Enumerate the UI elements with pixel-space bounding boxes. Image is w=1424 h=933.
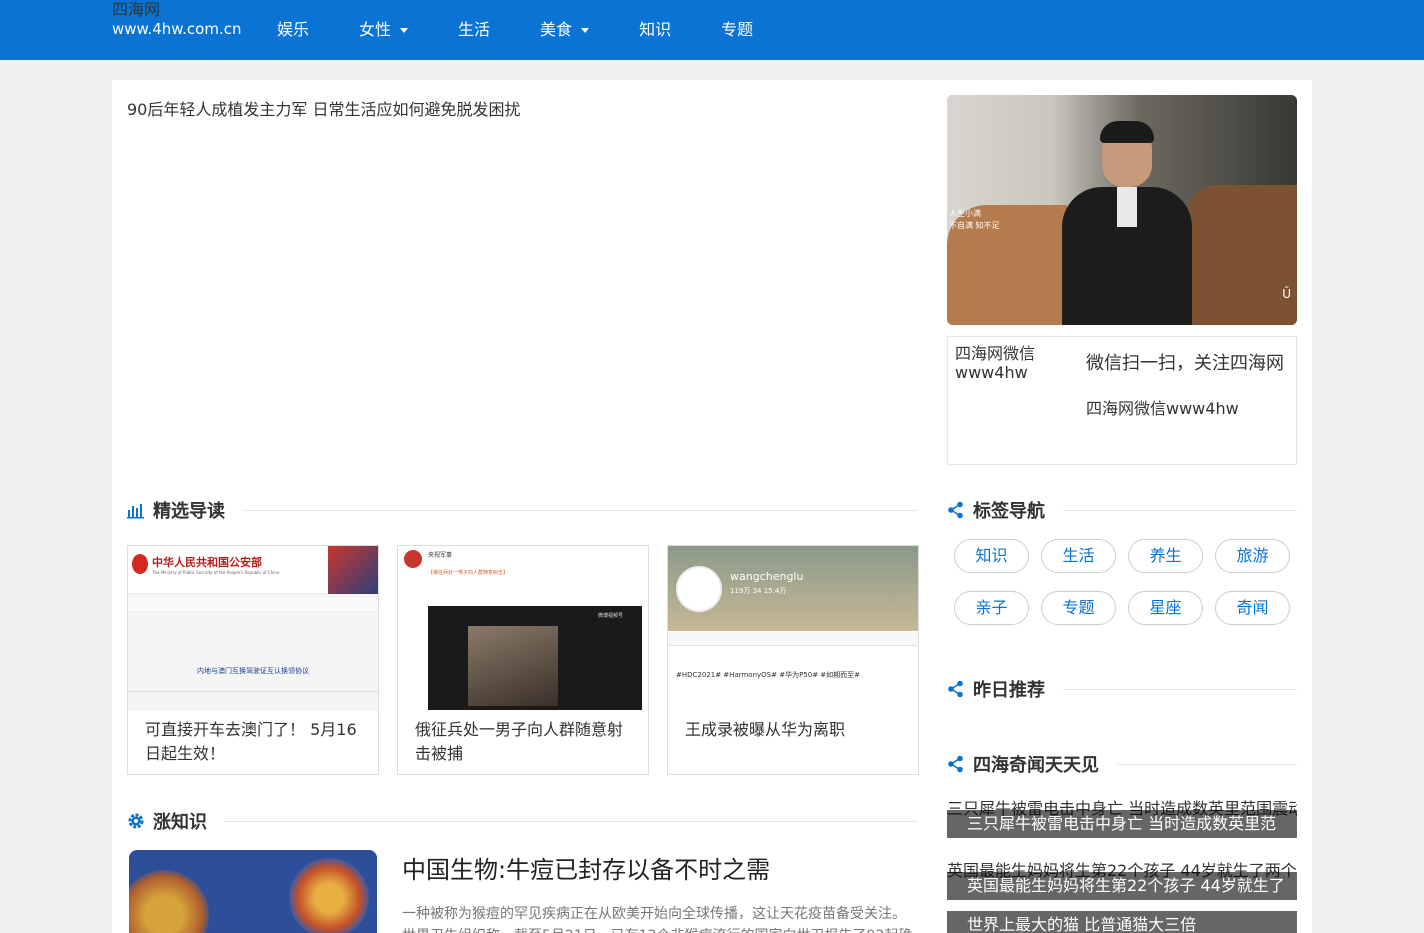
nav-item-knowledge[interactable]: 知识 [639,0,671,60]
list-item[interactable]: 英国最能生妈妈将生第22个孩子 44岁就生了两个足球队 英国最能生妈妈将生第22… [947,862,1297,900]
section-title: 四海奇闻天天见 [973,755,1099,776]
tag-topics[interactable]: 专题 [1041,591,1116,625]
tag-health[interactable]: 养生 [1128,539,1203,573]
army-logo-icon [404,550,422,568]
wechat-title: 微信扫一扫，关注四海网 [1086,353,1284,374]
wechat-qr-alt: 四海网微信www4hw [955,344,1036,382]
yesterday-section-heading: 昨日推荐 [947,676,1297,702]
card-thumbnail: wangchenglu 119万 34 15.4万 #HDC2021# #Har… [668,546,918,711]
card-thumbnail: 中华人民共和国公安部 The Ministry of Public Securi… [128,546,378,711]
card-caption[interactable]: 可直接开车去澳门了！ 5月16日起生效！ [145,718,365,766]
wechat-qr-alt-2: 四海网微信www4hw [1086,399,1239,418]
knowledge-thumbnail[interactable] [129,850,377,933]
list-item[interactable]: 世界上最大的猫 比普通猫大三倍 [947,911,1297,933]
police-emblem-icon [132,554,148,574]
knowledge-item-summary: 一种被称为猴痘的罕见疾病正在从欧美开始向全球传播，这让天花疫苗备受关注。世界卫生… [402,906,912,933]
hero-ad-mark: Ū [1282,287,1291,301]
section-title: 涨知识 [153,812,207,833]
section-title: 精选导读 [153,501,225,522]
featured-card[interactable]: 央视军事 【俄征兵处一男子向人群随意射击】 微博视频号 俄征兵处一男子向人群随意… [397,545,649,775]
site-header: 四海网 www.4hw.com.cn 娱乐 女性 生活 美食 知识 专题 [0,0,1424,60]
nav-item-food[interactable]: 美食 [540,0,590,60]
chevron-down-icon [581,27,590,33]
wechat-follow-box: 四海网微信www4hw 微信扫一扫，关注四海网 四海网微信www4hw [947,336,1297,465]
share-icon [948,680,963,698]
nav-item-entertainment[interactable]: 娱乐 [277,0,309,60]
virus-image [129,870,209,933]
hero-ad-slogan: 人生小满 不自满 知不足 [949,209,1000,230]
share-icon [948,501,963,519]
banner-image-alt[interactable]: 90后年轻人成植发主力军 日常生活应如何避免脱发困扰 [127,96,520,120]
card-caption[interactable]: 王成录被曝从华为离职 [685,718,905,742]
item-caption[interactable]: 世界上最大的猫 比普通猫大三倍 [947,911,1297,933]
knowledge-section-heading: 涨知识 [127,808,918,834]
hero-ad-image[interactable]: 人生小满 不自满 知不足 Ū [947,95,1297,325]
person-figure [1062,121,1192,325]
nav-item-life[interactable]: 生活 [458,0,490,60]
card-caption[interactable]: 俄征兵处一男子向人群随意射击被捕 [415,718,635,766]
list-item[interactable]: 三只犀牛被雷电击中身亡 当时造成数英里范围震动 三只犀牛被雷电击中身亡 当时造成… [947,800,1297,838]
gear-icon [128,813,144,829]
tag-life[interactable]: 生活 [1041,539,1116,573]
oddities-section-heading: 四海奇闻天天见 [947,751,1297,777]
tag-knowledge[interactable]: 知识 [954,539,1029,573]
logo-domain[interactable]: www.4hw.com.cn [112,20,241,38]
featured-section-heading: 精选导读 [127,497,918,523]
nav-item-topics[interactable]: 专题 [721,0,753,60]
card-thumbnail: 央视军事 【俄征兵处一男子向人群随意射击】 微博视频号 [398,546,648,711]
share-icon [948,755,963,773]
main-nav: 娱乐 女性 生活 美食 知识 专题 [277,0,803,60]
bar-chart-icon [127,504,144,519]
logo-alt-text[interactable]: 四海网 [112,1,160,19]
tag-parenting[interactable]: 亲子 [954,591,1029,625]
chevron-down-icon [400,27,409,33]
tags-section-heading: 标签导航 [947,497,1297,523]
tag-travel[interactable]: 旅游 [1215,539,1290,573]
section-title: 标签导航 [973,501,1045,522]
featured-card[interactable]: wangchenglu 119万 34 15.4万 #HDC2021# #Har… [667,545,919,775]
tag-oddities[interactable]: 奇闻 [1215,591,1290,625]
section-title: 昨日推荐 [973,680,1045,701]
video-frame [428,606,642,710]
knowledge-item-title[interactable]: 中国生物:牛痘已封存以备不时之需 [402,850,770,885]
tag-horoscope[interactable]: 星座 [1128,591,1203,625]
avatar [676,566,722,612]
item-caption[interactable]: 三只犀牛被雷电击中身亡 当时造成数英里范 [947,810,1297,838]
item-caption[interactable]: 英国最能生妈妈将生第22个孩子 44岁就生了 [947,872,1297,900]
featured-card[interactable]: 中华人民共和国公安部 The Ministry of Public Securi… [127,545,379,775]
nav-item-women[interactable]: 女性 [359,0,409,60]
